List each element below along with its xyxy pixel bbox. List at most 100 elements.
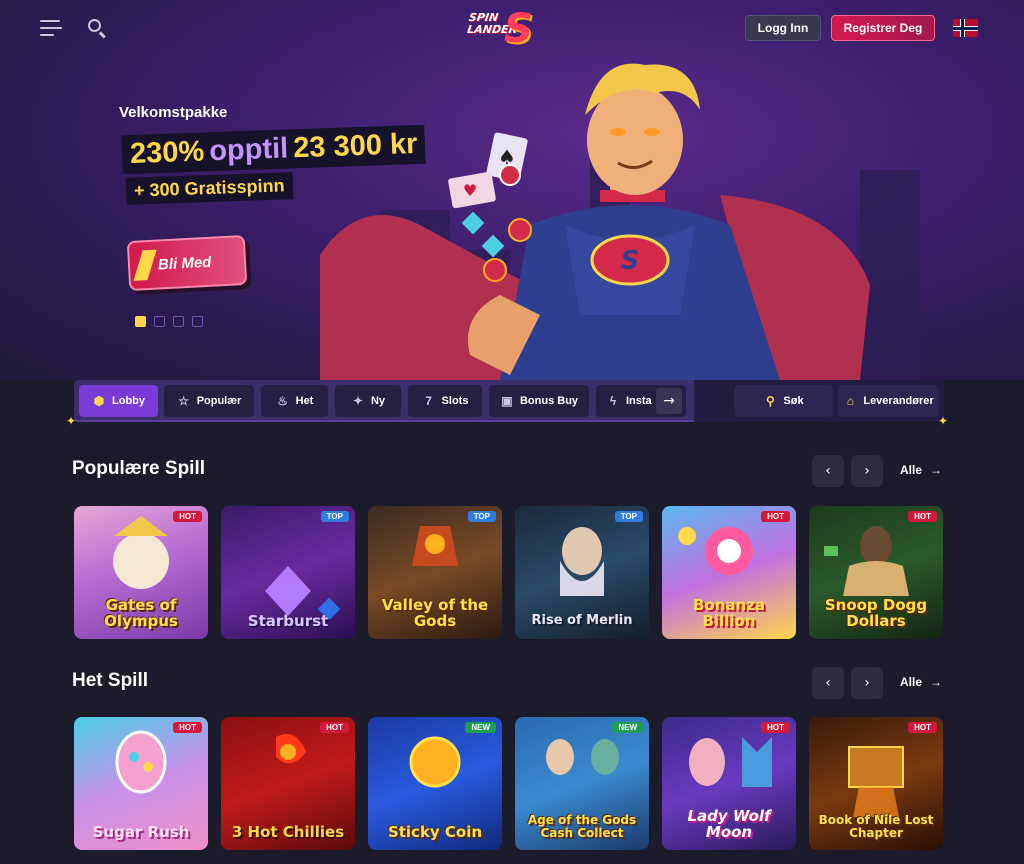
status-badge: HOT — [173, 722, 202, 733]
tab-label: Insta — [626, 395, 652, 407]
game-card[interactable]: 3 Hot Chillies HOT — [221, 717, 355, 850]
tab-popular[interactable]: ☆ Populær — [164, 385, 254, 417]
tab-label: Slots — [441, 395, 469, 407]
tab-label: Ny — [370, 395, 386, 407]
view-all-link[interactable]: Alle → — [900, 675, 942, 689]
providers-button-label: Leverandører — [863, 395, 934, 407]
slot-icon: 7 — [425, 394, 432, 408]
search-icon: ⚲ — [766, 394, 775, 408]
status-badge: HOT — [908, 511, 937, 522]
game-title: Snoop Dogg Dollars — [824, 596, 928, 630]
status-badge: TOP — [614, 511, 643, 522]
providers-icon: ⌂ — [846, 394, 854, 408]
carousel-dot[interactable] — [192, 316, 203, 327]
game-card[interactable]: Sugar Rush HOT — [74, 717, 208, 850]
tab-label: Het — [295, 395, 314, 407]
game-title: Starburst — [247, 612, 329, 630]
status-badge: NEW — [465, 722, 496, 733]
game-card[interactable]: Sticky Coin NEW — [368, 717, 502, 850]
tab-new[interactable]: ✦ Ny — [335, 385, 401, 417]
hero-banner: S ♠ ♥ Velkomstpakke 230% opptil 23 300 k… — [0, 0, 1024, 380]
tab-slots[interactable]: 7 Slots — [408, 385, 482, 417]
status-badge: TOP — [467, 511, 496, 522]
game-title: Valley of the Gods — [381, 596, 489, 630]
game-card[interactable]: Book of Nile Lost Chapter HOT — [809, 717, 943, 850]
svg-text:S: S — [621, 246, 640, 276]
sparkle-icon: ✦ — [938, 414, 949, 428]
game-title: Age of the Gods Cash Collect — [527, 813, 637, 840]
view-all-label: Alle — [900, 675, 923, 689]
game-card[interactable]: Gates of Olympus HOT — [74, 506, 208, 639]
category-navbar: ⬢ Lobby ☆ Populær ♨ Het ✦ Ny 7 Slots ▣ B… — [74, 380, 944, 422]
sparkle-icon: ✦ — [66, 414, 77, 428]
game-card[interactable]: Snoop Dogg Dollars HOT — [809, 506, 943, 639]
section-title-popular: Populære Spill — [72, 458, 206, 479]
superhero-illustration: S — [320, 63, 870, 380]
cta-stripe-decoration — [133, 249, 157, 281]
hero-spins-text: + 300 Gratisspinn — [133, 175, 285, 201]
carousel-next-button[interactable]: › — [851, 455, 883, 487]
tab-label: Lobby — [112, 395, 145, 407]
hero-percent: 230% — [129, 135, 205, 171]
lobby-icon: ⬢ — [93, 394, 105, 408]
sparkle-icon: ✦ — [352, 394, 363, 408]
status-badge: HOT — [761, 511, 790, 522]
status-badge: HOT — [173, 511, 202, 522]
hero-amount-value: 23 300 kr — [292, 127, 418, 165]
carousel-next-button[interactable]: › — [851, 667, 883, 699]
providers-button[interactable]: ⌂ Leverandører — [838, 385, 939, 417]
tab-hot[interactable]: ♨ Het — [261, 385, 328, 417]
status-badge: HOT — [320, 722, 349, 733]
menu-icon[interactable] — [40, 20, 62, 36]
carousel-prev-button[interactable]: ‹ — [812, 455, 844, 487]
game-title: Sticky Coin — [387, 823, 483, 841]
game-card[interactable]: Bonanza Billion HOT — [662, 506, 796, 639]
search-button[interactable]: ⚲ Søk — [734, 385, 833, 417]
search-button-label: Søk — [783, 395, 804, 407]
hero-subtitle: Velkomstpakke — [119, 104, 228, 121]
game-title: 3 Hot Chillies — [231, 823, 345, 841]
join-button[interactable]: Bli Med — [126, 234, 248, 292]
tab-bonus-buy[interactable]: ▣ Bonus Buy — [489, 385, 589, 417]
game-title: Sugar Rush — [92, 823, 190, 841]
game-card[interactable]: Valley of the Gods TOP — [368, 506, 502, 639]
carousel-dots — [135, 316, 203, 327]
tab-label: Bonus Buy — [519, 395, 579, 407]
gift-icon: ▣ — [501, 394, 513, 408]
join-button-label: Bli Med — [157, 253, 212, 274]
tab-lobby[interactable]: ⬢ Lobby — [79, 385, 158, 417]
game-title: Book of Nile Lost Chapter — [818, 813, 934, 840]
game-title: Lady Wolf Moon — [687, 807, 771, 841]
section-title-hot: Het Spill — [72, 670, 149, 691]
site-header — [0, 0, 1024, 56]
game-card[interactable]: Age of the Gods Cash Collect NEW — [515, 717, 649, 850]
game-card[interactable]: Lady Wolf Moon HOT — [662, 717, 796, 850]
hero-free-spins: + 300 Gratisspinn — [125, 172, 293, 205]
carousel-dot[interactable] — [154, 316, 165, 327]
status-badge: TOP — [320, 511, 349, 522]
cards-chips-decoration: ♠ ♥ — [448, 132, 532, 282]
arrow-right-icon: → — [930, 675, 943, 689]
game-title: Gates of Olympus — [104, 596, 178, 630]
tab-label: Populær — [196, 395, 242, 407]
status-badge: HOT — [908, 722, 937, 733]
carousel-prev-button[interactable]: ‹ — [812, 667, 844, 699]
game-title: Rise of Merlin — [531, 613, 633, 628]
nav-scroll-right-button[interactable]: → — [656, 388, 682, 414]
carousel-dot[interactable] — [173, 316, 184, 327]
arrow-right-icon: → — [930, 463, 943, 477]
status-badge: HOT — [761, 722, 790, 733]
lightning-icon: ϟ — [609, 394, 617, 408]
game-title: Bonanza Billion — [692, 596, 766, 630]
star-icon: ☆ — [178, 394, 190, 408]
status-badge: NEW — [612, 722, 643, 733]
carousel-dot[interactable] — [135, 316, 146, 327]
svg-text:♥: ♥ — [463, 181, 477, 200]
hero-amount-text: opptil — [208, 132, 289, 168]
game-card[interactable]: Starburst TOP — [221, 506, 355, 639]
flame-icon: ♨ — [277, 394, 288, 408]
view-all-link[interactable]: Alle → — [900, 463, 942, 477]
view-all-label: Alle — [900, 463, 923, 477]
game-card[interactable]: Rise of Merlin TOP — [515, 506, 649, 639]
search-icon[interactable] — [86, 17, 108, 39]
